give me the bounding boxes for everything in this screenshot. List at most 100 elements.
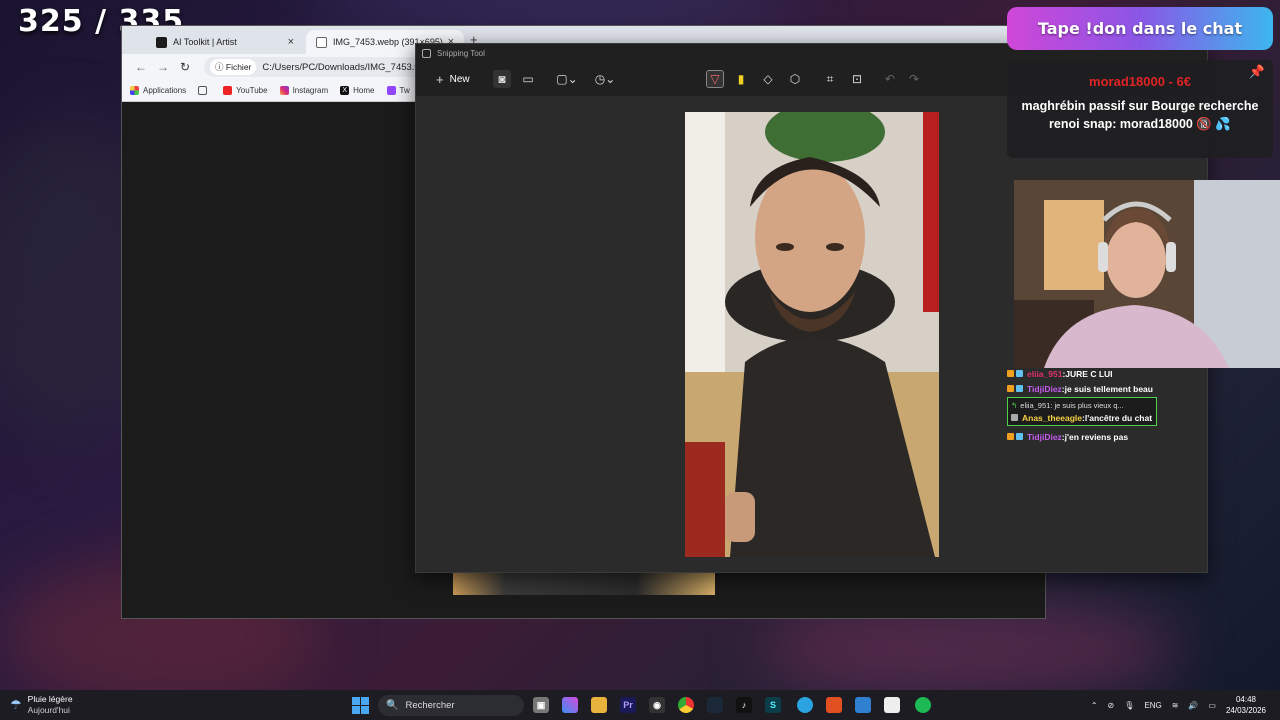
- clock-date: 24/03/2026: [1225, 706, 1266, 715]
- pin-icon: 📌: [1248, 64, 1265, 79]
- donation-alert: 📌 morad18000 - 6€ maghrébin passif sur B…: [1007, 60, 1273, 158]
- underlying-image-strip: [453, 571, 715, 595]
- rain-cloud-icon: ☂: [10, 697, 22, 712]
- chat-text: je suis tellement beau: [1064, 383, 1153, 394]
- stream-chat: eliia_951 : JURE C LUI TidjiDiez : je su…: [1007, 366, 1207, 444]
- chat-username[interactable]: Anas_theeagle: [1022, 413, 1082, 423]
- donation-banner: Tape !don dans le chat: [1007, 7, 1273, 50]
- twitch-icon: [386, 86, 396, 95]
- bookmark-youtube[interactable]: YouTube: [223, 86, 268, 95]
- chat-username[interactable]: TidjiDiez: [1027, 384, 1062, 394]
- snipping-tool-taskbar-icon[interactable]: [884, 697, 900, 713]
- new-snip-button[interactable]: + New: [430, 68, 476, 91]
- bookmark-tw[interactable]: Tw: [386, 86, 410, 95]
- snip-mode-icon[interactable]: ▢⌄: [556, 70, 578, 88]
- bookmark-applications[interactable]: Applications: [130, 86, 186, 95]
- network-off-icon[interactable]: ⊘: [1108, 701, 1115, 710]
- search-icon: 🔍: [386, 700, 399, 711]
- grid-icon: [198, 86, 208, 95]
- chat-text: l'ancêtre du chat: [1084, 412, 1153, 423]
- reload-icon[interactable]: ↻: [174, 60, 196, 74]
- chrome-icon[interactable]: [678, 697, 694, 713]
- url-chip[interactable]: ⓘ Fichier: [210, 59, 257, 75]
- clock-time: 04:48: [1235, 695, 1256, 704]
- telegram-icon[interactable]: [797, 697, 813, 713]
- redo-icon[interactable]: ↷: [905, 70, 923, 88]
- text-actions-icon[interactable]: ⊡: [848, 70, 866, 88]
- chat-username[interactable]: eliia_951: [1027, 369, 1062, 379]
- tab-label: AI Toolkit | Artist: [173, 37, 237, 47]
- bookmark-instagram[interactable]: Instagram: [279, 86, 328, 95]
- weather-widget[interactable]: ☂ Pluie légère Aujourd'hui: [10, 694, 73, 716]
- image-favicon-icon: [316, 36, 327, 48]
- chat-username[interactable]: TidjiDiez: [1027, 432, 1062, 442]
- apps-grid-icon: [130, 86, 139, 95]
- crop-icon[interactable]: ⌗: [821, 70, 839, 88]
- wifi-icon[interactable]: ≋: [1172, 701, 1179, 710]
- close-tab-icon[interactable]: ×: [288, 36, 294, 48]
- system-tray: ⌃ ⊘ 🎙 ENG ≋ 🔊 ▭ 04:48 24/03/2026: [1091, 690, 1280, 720]
- bookmark-home[interactable]: X Home: [340, 86, 375, 95]
- chevron-up-icon[interactable]: ⌃: [1091, 701, 1098, 710]
- timer-icon[interactable]: ◷⌄: [594, 70, 616, 88]
- back-arrow-icon[interactable]: ←: [130, 60, 152, 74]
- file-explorer-icon[interactable]: [591, 697, 607, 713]
- weather-subtitle: Aujourd'hui: [27, 705, 70, 715]
- plus-icon: +: [436, 71, 444, 87]
- streamlabs-icon[interactable]: S: [765, 697, 781, 713]
- chat-reply-message: ↰ eliia_951: je suis plus vieux q... Ana…: [1007, 397, 1157, 426]
- camera-icon[interactable]: ◙: [493, 70, 511, 88]
- badge-icon: [1016, 433, 1023, 440]
- copilot-icon[interactable]: [562, 697, 578, 713]
- pen-icon[interactable]: ▽: [706, 70, 724, 88]
- badge-icon: [1011, 414, 1018, 421]
- task-view-icon[interactable]: ▣: [533, 697, 549, 713]
- steam-icon[interactable]: [707, 697, 723, 713]
- x-logo-icon: X: [340, 86, 350, 95]
- tab-ai-toolkit[interactable]: AI Toolkit | Artist ×: [146, 30, 304, 54]
- ai-toolkit-favicon-icon: [156, 36, 167, 48]
- eraser-icon[interactable]: ◇: [759, 70, 777, 88]
- app-icon[interactable]: [855, 697, 871, 713]
- snipping-tool-app-icon: [422, 48, 431, 58]
- search-placeholder: Rechercher: [405, 700, 455, 711]
- language-indicator[interactable]: ENG: [1144, 701, 1161, 710]
- badge-icon: [1007, 385, 1014, 392]
- clock[interactable]: 04:48 24/03/2026: [1226, 694, 1266, 716]
- webcam-illustration: [1014, 180, 1280, 368]
- photo-illustration: [685, 112, 939, 557]
- brave-icon[interactable]: [826, 697, 842, 713]
- chat-text: j'en reviens pas: [1064, 431, 1129, 442]
- premiere-pro-icon[interactable]: Pr: [620, 697, 636, 713]
- volume-icon[interactable]: 🔊: [1188, 701, 1198, 710]
- reply-reference: ↰ eliia_951: je suis plus vieux q...: [1011, 400, 1124, 410]
- donation-message: maghrébin passif sur Bourge recherche re…: [1021, 99, 1259, 131]
- start-button[interactable]: [352, 697, 369, 714]
- undo-icon[interactable]: ↶: [881, 70, 899, 88]
- chat-message: TidjiDiez : je suis tellement beau: [1007, 381, 1207, 396]
- instagram-icon: [279, 86, 289, 95]
- bookmark-grid[interactable]: [198, 86, 211, 95]
- highlighter-icon[interactable]: ▮: [732, 70, 750, 88]
- weather-title: Pluie légère: [27, 694, 73, 704]
- battery-icon[interactable]: ▭: [1208, 701, 1216, 710]
- badge-icon: [1007, 370, 1014, 377]
- windows-taskbar: ☂ Pluie légère Aujourd'hui 🔍 Rechercher …: [0, 690, 1280, 720]
- video-icon[interactable]: ▭: [519, 70, 537, 88]
- badge-icon: [1016, 370, 1023, 377]
- windows-logo-icon: [352, 697, 360, 705]
- chat-message: TidjiDiez : j'en reviens pas: [1007, 429, 1207, 444]
- tiktok-icon[interactable]: ♪: [736, 697, 752, 713]
- microphone-icon[interactable]: 🎙: [1124, 701, 1134, 710]
- forward-arrow-icon[interactable]: →: [152, 60, 174, 74]
- donation-amount: morad18000 - 6€: [1089, 74, 1191, 89]
- webcam-overlay: [1014, 180, 1280, 368]
- shapes-icon[interactable]: ⬡: [786, 70, 804, 88]
- chat-message: eliia_951 : JURE C LUI: [1007, 366, 1207, 381]
- captured-photo: [685, 112, 939, 557]
- obs-icon[interactable]: ◉: [649, 697, 665, 713]
- taskbar-search[interactable]: 🔍 Rechercher: [378, 695, 524, 716]
- reply-arrow-icon: ↰: [1011, 400, 1018, 410]
- spotify-icon[interactable]: [915, 697, 931, 713]
- youtube-icon: [223, 86, 233, 95]
